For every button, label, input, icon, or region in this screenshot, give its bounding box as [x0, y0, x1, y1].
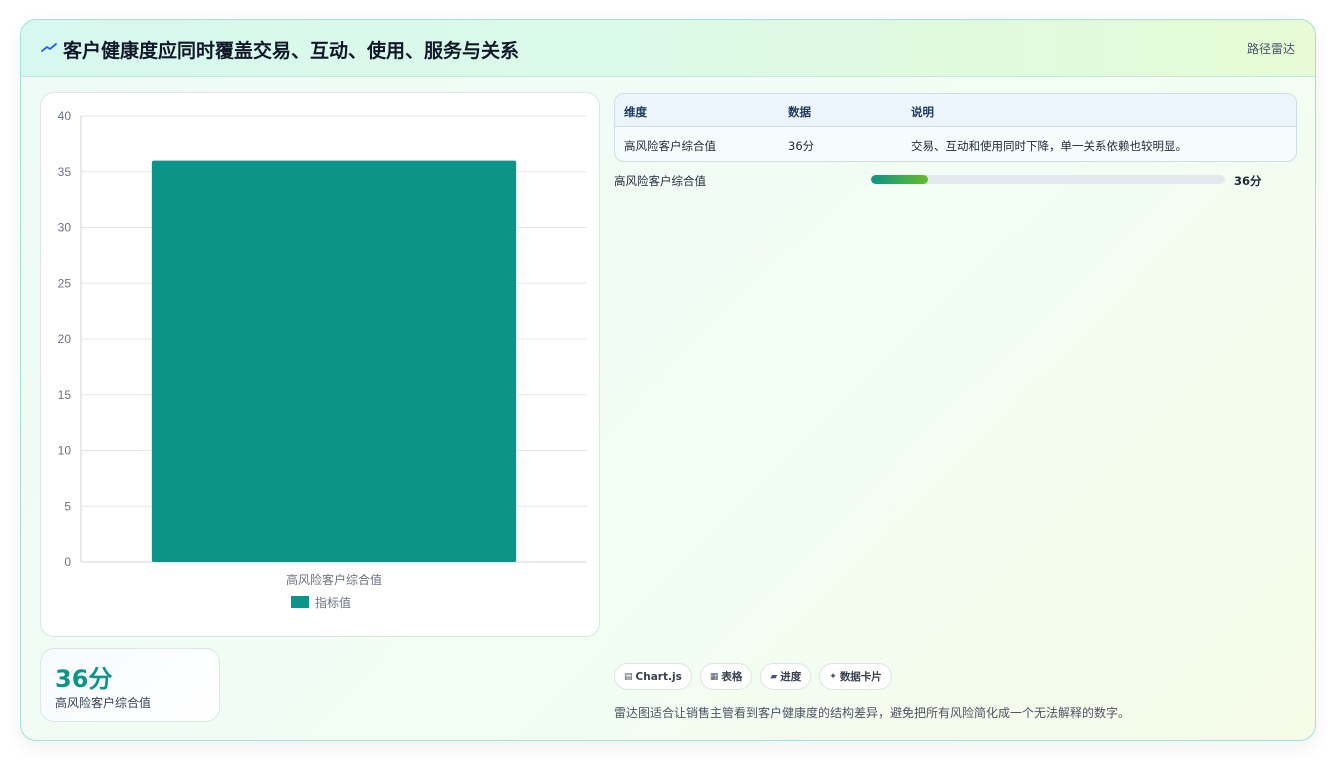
kpi-card: 36分 高风险客户综合值	[40, 648, 220, 722]
y-tick-label: 35	[58, 165, 72, 179]
progress-fill	[871, 175, 928, 184]
chip-progress[interactable]: ▰ 进度	[760, 663, 812, 690]
y-tick-label: 15	[58, 388, 72, 402]
sparkle-icon: ✦	[829, 671, 837, 682]
table-icon: ▦	[709, 671, 719, 682]
chip-label: Chart.js	[635, 670, 682, 683]
chip-label: 数据卡片	[839, 671, 882, 683]
trend-spark-icon	[41, 43, 57, 52]
progress-row: 高风险客户综合值 36分	[614, 173, 1297, 189]
y-tick-label: 10	[58, 444, 72, 458]
path-radar-link[interactable]: 路径雷达	[1247, 40, 1295, 57]
y-tick-label: 25	[58, 276, 72, 290]
footnote: 雷达图适合让销售主管看到客户健康度的结构差异，避免把所有风险简化成一个无法解释的…	[614, 706, 1131, 720]
chart-panel: 0 5 10 15 20 25 30 35 40 高风险客户综合值 指标值	[40, 92, 600, 637]
legend-swatch	[291, 596, 309, 608]
chip-chartjs[interactable]: ▤ Chart.js	[614, 663, 692, 690]
progress-value: 36分	[1234, 174, 1262, 188]
chip-label: 进度	[780, 671, 802, 683]
chip-table[interactable]: ▦ 表格	[699, 663, 753, 690]
y-tick-label: 20	[58, 332, 72, 346]
progress-track	[871, 175, 1225, 184]
table-cell-note: 交易、互动和使用同时下降，单一关系依赖也较明显。	[911, 139, 1187, 153]
y-tick-label: 40	[58, 109, 72, 123]
y-tick-label: 0	[64, 555, 71, 569]
progress-label: 高风险客户综合值	[614, 174, 706, 188]
card-header: 客户健康度应同时覆盖交易、互动、使用、服务与关系 路径雷达	[21, 20, 1315, 77]
y-tick-label: 5	[64, 499, 71, 513]
table-cell-dimension: 高风险客户综合值	[624, 139, 716, 153]
bar	[151, 160, 517, 562]
data-table: 维度 数据 说明 高风险客户综合值 36分 交易、互动和使用同时下降，单一关系依…	[614, 93, 1297, 162]
x-tick-label: 高风险客户综合值	[286, 572, 382, 587]
progress-icon: ▰	[770, 671, 778, 682]
dashboard-card: 客户健康度应同时覆盖交易、互动、使用、服务与关系 路径雷达 0 5 10 15 20 25…	[20, 19, 1316, 741]
table-header-dimension: 维度	[624, 105, 647, 119]
table-cell-data: 36分	[788, 139, 815, 153]
table-header-note: 说明	[911, 105, 934, 119]
table-header: 维度 数据 说明	[615, 94, 1296, 127]
legend-label: 指标值	[315, 595, 351, 610]
page-title: 客户健康度应同时覆盖交易、互动、使用、服务与关系	[63, 40, 520, 62]
y-tick-label: 30	[58, 221, 72, 235]
kpi-value: 36分	[55, 665, 113, 693]
bar-chart: 0 5 10 15 20 25 30 35 40 高风险客户综合值指标值	[58, 109, 587, 610]
table-header-data: 数据	[788, 105, 811, 119]
chip-label: 表格	[721, 671, 743, 683]
chip-data-card[interactable]: ✦ 数据卡片	[819, 663, 892, 690]
kpi-label: 高风险客户综合值	[55, 696, 152, 710]
view-chip-row: ▤ Chart.js ▦ 表格 ▰ 进度 ✦ 数据卡片	[614, 663, 892, 690]
chart-icon: ▤	[624, 671, 633, 682]
